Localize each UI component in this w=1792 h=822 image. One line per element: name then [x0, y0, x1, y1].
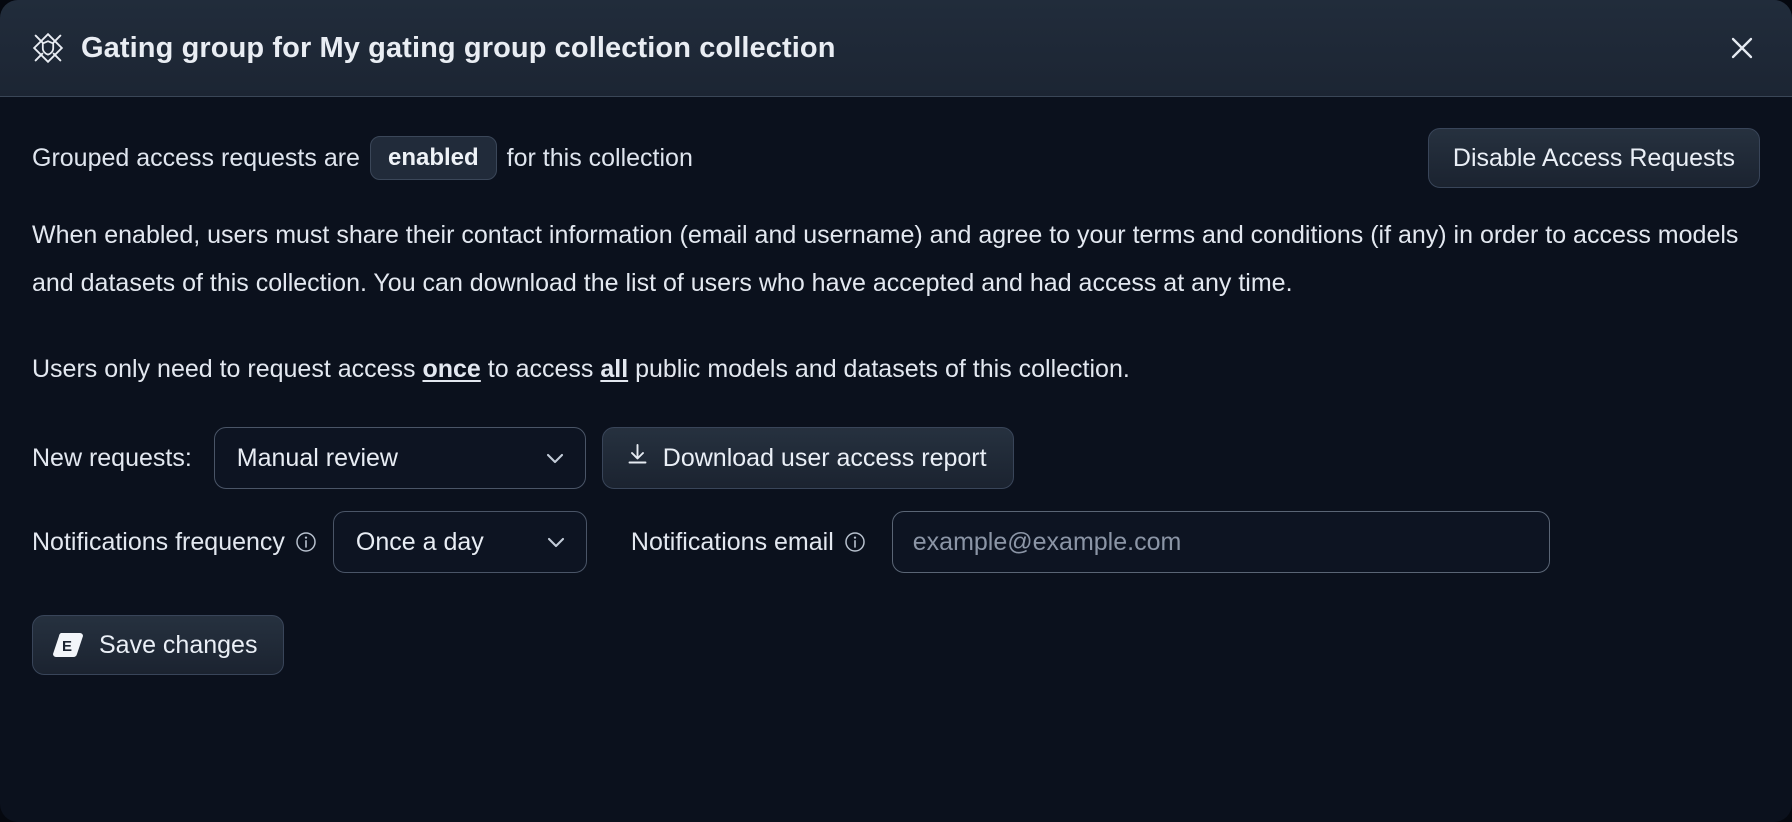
status-prefix-text: Grouped access requests are — [32, 144, 370, 173]
svg-text:E: E — [62, 638, 72, 655]
save-row: E Save changes — [32, 615, 1760, 675]
info-icon[interactable] — [844, 531, 866, 553]
new-requests-label: New requests: — [32, 444, 192, 473]
save-changes-button[interactable]: E Save changes — [32, 615, 284, 675]
notifications-email-label-group: Notifications email — [631, 528, 866, 557]
status-badge: enabled — [370, 136, 497, 180]
modal-header-left: Gating group for My gating group collect… — [31, 31, 836, 65]
notifications-row: Notifications frequency Once a day — [32, 511, 1760, 573]
paragraph-2-part-2: to access — [481, 355, 601, 383]
description-paragraph-2: Users only need to request access once t… — [32, 345, 1760, 393]
gating-group-modal: Gating group for My gating group collect… — [0, 0, 1792, 822]
paragraph-2-emphasis-all: all — [600, 355, 628, 383]
chevron-down-icon — [542, 445, 568, 471]
modal-header: Gating group for My gating group collect… — [0, 0, 1792, 97]
notifications-frequency-label: Notifications frequency — [32, 528, 285, 557]
new-requests-select[interactable]: Manual review — [214, 427, 586, 489]
notifications-email-input[interactable] — [892, 511, 1550, 573]
info-icon[interactable] — [295, 531, 317, 553]
paragraph-2-emphasis-once: once — [422, 355, 480, 383]
disable-access-requests-button[interactable]: Disable Access Requests — [1428, 128, 1760, 188]
modal-body: Grouped access requests are enabled for … — [0, 97, 1792, 822]
keyboard-shortcut-e-icon: E — [53, 632, 83, 658]
notifications-frequency-selected-value: Once a day — [356, 528, 484, 557]
description-paragraph-1: When enabled, users must share their con… — [32, 211, 1760, 307]
grouped-access-status: Grouped access requests are enabled for … — [32, 136, 693, 180]
save-changes-label: Save changes — [99, 631, 257, 660]
notifications-frequency-select[interactable]: Once a day — [333, 511, 587, 573]
gated-shield-icon — [31, 31, 65, 65]
new-requests-row: New requests: Manual review D — [32, 427, 1760, 489]
paragraph-2-part-3: public models and datasets of this colle… — [628, 355, 1130, 383]
chevron-down-icon — [543, 529, 569, 555]
new-requests-selected-value: Manual review — [237, 444, 398, 473]
status-suffix-text: for this collection — [497, 144, 693, 173]
paragraph-2-part-1: Users only need to request access — [32, 355, 422, 383]
download-button-label: Download user access report — [663, 444, 987, 473]
notifications-frequency-label-group: Notifications frequency — [32, 528, 317, 557]
notifications-email-label: Notifications email — [631, 528, 834, 557]
status-row: Grouped access requests are enabled for … — [32, 127, 1760, 189]
download-user-access-report-button[interactable]: Download user access report — [602, 427, 1014, 489]
close-icon[interactable] — [1722, 28, 1762, 68]
download-icon — [625, 442, 650, 474]
page-title: Gating group for My gating group collect… — [81, 32, 836, 65]
